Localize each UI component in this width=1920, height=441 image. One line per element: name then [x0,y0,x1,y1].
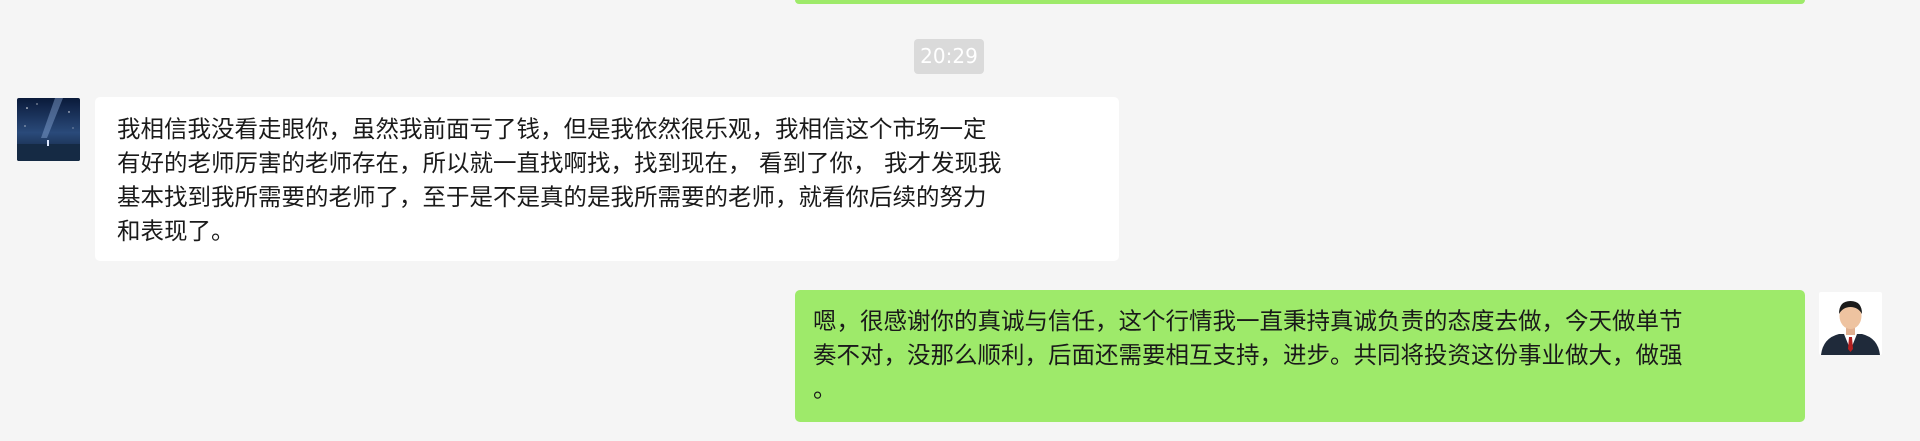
incoming-message-bubble[interactable]: 我相信我没看走眼你，虽然我前面亏了钱，但是我依然很乐观，我相信这个市场一定 有好… [95,97,1119,261]
outgoing-message-bubble[interactable]: 嗯，很感谢你的真诚与信任，这个行情我一直秉持真诚负责的态度去做，今天做单节 奏不… [795,290,1805,422]
previous-message-bubble[interactable] [795,0,1805,4]
contact-avatar[interactable] [17,98,80,161]
chat-area[interactable]: 20:29 我相信我没看走眼你，虽然我前面亏了钱，但是我依然很乐观，我相信这个市… [0,0,1920,441]
user-avatar[interactable] [1819,292,1882,355]
timestamp: 20:29 [914,39,984,74]
night-sky-avatar-image [17,98,80,161]
man-in-suit-avatar-image [1819,292,1882,355]
